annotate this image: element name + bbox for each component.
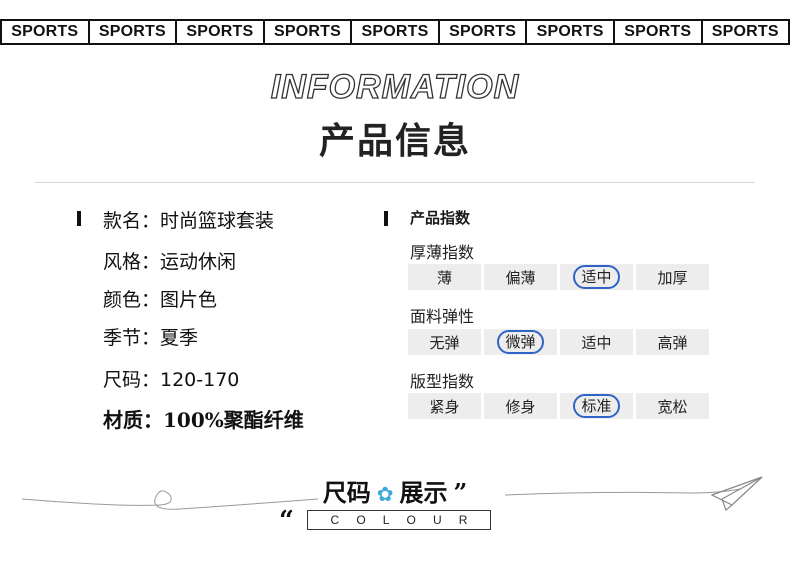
- fit-option-selected: 标准: [560, 393, 633, 419]
- info-style: 风格：运动休闲: [103, 251, 237, 273]
- section-marker: [384, 211, 388, 226]
- colour-letter: O: [406, 513, 416, 527]
- section-title-en: INFORMATION: [270, 67, 520, 106]
- fit-option: 修身: [484, 393, 557, 419]
- elasticity-label: 面料弹性: [410, 307, 475, 326]
- divider: [35, 182, 755, 183]
- section-marker: [77, 211, 81, 226]
- thickness-option: 薄: [408, 264, 481, 290]
- banner-cell: SPORTS: [700, 21, 790, 43]
- elasticity-options: 无弹 微弹 适中 高弹: [408, 329, 709, 355]
- thickness-options: 薄 偏薄 适中 加厚: [408, 264, 709, 290]
- close-quote: ”: [453, 478, 468, 507]
- size-title-right: 展示: [399, 479, 448, 507]
- colour-letter: O: [356, 513, 366, 527]
- open-quote: “: [279, 506, 294, 536]
- thickness-option: 加厚: [636, 264, 709, 290]
- fit-label: 版型指数: [410, 372, 475, 391]
- colour-letter: C: [330, 513, 340, 527]
- info-style-name: 款名：时尚篮球套装: [103, 210, 275, 232]
- thickness-option: 偏薄: [484, 264, 557, 290]
- banner-cell: SPORTS: [612, 21, 701, 43]
- size-title-left: 尺码: [322, 479, 371, 507]
- section-title-zh: 产品信息: [318, 121, 471, 162]
- banner-cell: SPORTS: [175, 21, 263, 43]
- info-size: 尺码：120-170: [103, 369, 240, 391]
- info-season: 季节：夏季: [103, 327, 199, 349]
- thickness-label: 厚薄指数: [410, 243, 475, 262]
- flower-icon: ✿: [376, 482, 394, 506]
- thickness-option-selected: 适中: [560, 264, 633, 290]
- colour-letter: U: [432, 513, 442, 527]
- colour-letter: L: [382, 513, 390, 527]
- elasticity-option-selected: 微弹: [484, 329, 557, 355]
- banner-cell: SPORTS: [87, 21, 176, 43]
- banner-cell: SPORTS: [525, 21, 613, 43]
- elasticity-option: 适中: [560, 329, 633, 355]
- info-material: 材质：100%聚酯纤维: [103, 408, 304, 432]
- colour-box: C O L O U R: [307, 510, 491, 530]
- product-index-title: 产品指数: [410, 209, 471, 227]
- sports-banner: SPORTS SPORTS SPORTS SPORTS SPORTS SPORT…: [0, 19, 790, 45]
- info-color: 颜色：图片色: [103, 289, 218, 311]
- banner-cell: SPORTS: [437, 21, 526, 43]
- banner-cell: SPORTS: [350, 21, 438, 43]
- banner-cell: SPORTS: [262, 21, 351, 43]
- fit-option: 宽松: [636, 393, 709, 419]
- elasticity-option: 无弹: [408, 329, 481, 355]
- banner-cell: SPORTS: [0, 21, 88, 43]
- size-display-title: 尺码 ✿ 展示”: [0, 473, 790, 508]
- elasticity-option: 高弹: [636, 329, 709, 355]
- fit-option: 紧身: [408, 393, 481, 419]
- fit-options: 紧身 修身 标准 宽松: [408, 393, 709, 419]
- colour-letter: R: [458, 513, 468, 527]
